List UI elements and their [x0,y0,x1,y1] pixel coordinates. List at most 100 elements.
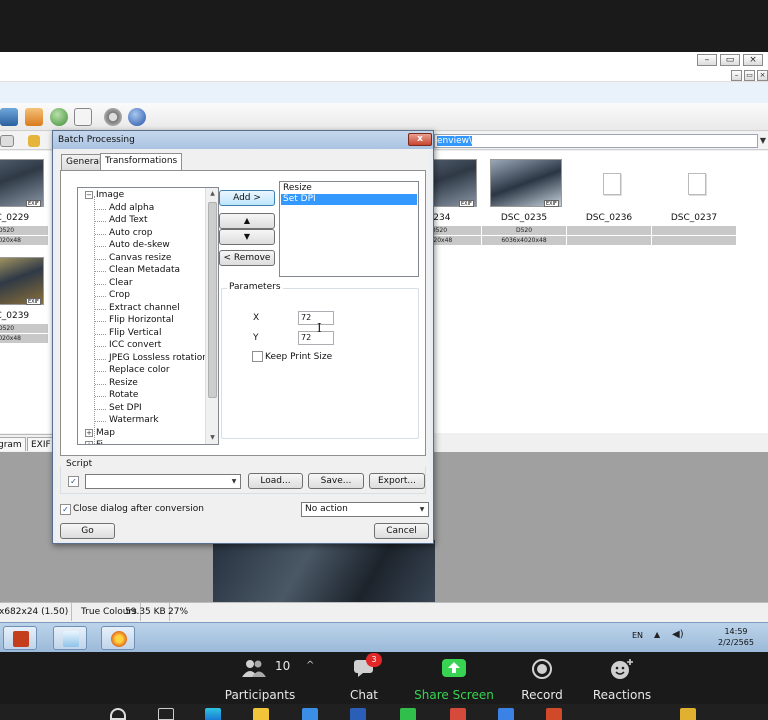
tree-item[interactable]: Set DPI [95,403,142,413]
exif-badge: EXIF [544,200,559,207]
collapse-icon[interactable]: − [85,190,93,199]
list-item-selected[interactable]: Set DPI [281,194,417,205]
taskbar-notepad[interactable] [53,626,87,650]
script-checkbox[interactable]: ✓ [68,476,79,487]
line-icon[interactable] [400,708,416,720]
office-icon[interactable] [546,708,562,720]
view-mode-icon[interactable] [0,135,14,147]
tab-histogram[interactable]: gram [0,437,26,451]
record-button[interactable]: Record [514,656,570,702]
transformations-tree[interactable]: − Image Add alpha Add Text Auto crop Auto… [77,187,219,445]
scroll-thumb[interactable] [208,202,217,398]
language-indicator[interactable]: EN [632,631,643,640]
tray-expand-icon[interactable]: ▲ [654,630,660,639]
tree-node-image[interactable]: − Image [85,190,124,200]
close-window-button[interactable]: × [743,54,763,66]
scroll-up-icon[interactable]: ▲ [206,188,218,200]
add-button[interactable]: Add > [219,190,275,206]
mdi-restore-button[interactable]: ▭ [744,70,755,81]
participants-options-icon[interactable]: ^ [306,660,314,671]
tree-item[interactable]: ICC convert [94,340,161,350]
dialog-titlebar[interactable]: Batch Processing x [53,131,433,149]
keep-print-size-checkbox[interactable] [252,351,263,362]
close-after-conversion-checkbox[interactable]: ✓ [60,504,71,515]
camera-icon[interactable] [0,108,18,126]
tree-item[interactable]: Add alpha [94,203,154,213]
status-dimensions: x682x24 (1.50) [0,603,73,621]
edge-icon[interactable] [205,708,221,720]
cancel-button[interactable]: Cancel [374,523,429,539]
grid-icon[interactable] [74,108,92,126]
move-up-button[interactable]: ▲ [219,213,275,229]
address-input[interactable]: enview\ [434,134,758,148]
reactions-button[interactable]: Reactions [590,656,654,702]
tree-item[interactable]: Auto crop [94,228,152,238]
tree-scrollbar[interactable]: ▲ ▼ [205,188,218,444]
app-toolbar [0,103,768,131]
image-icon[interactable] [25,108,43,126]
tree-item[interactable]: Clean Metadata [94,265,180,275]
reactions-icon [611,659,633,679]
tag-icon[interactable] [28,135,40,147]
tab-transformations[interactable]: Transformations [100,153,183,170]
search-icon[interactable] [110,708,126,720]
tree-item[interactable]: Add Text [95,215,148,225]
tab-exif[interactable]: EXIF [27,437,55,451]
store-icon[interactable] [302,708,318,720]
tree-item[interactable]: Extract channel [95,303,180,313]
volume-icon[interactable]: ◀) [672,629,684,640]
scroll-down-icon[interactable]: ▼ [206,432,218,444]
x-input[interactable]: 72 [298,311,334,325]
tree-item[interactable]: Flip Horizontal [95,315,174,325]
clock[interactable]: 14:59 2/2/2565 [718,626,754,648]
export-button[interactable]: Export... [369,473,425,489]
mdi-minimize-button[interactable]: – [731,70,742,81]
expand-icon[interactable]: + [85,440,93,444]
pinned-icon[interactable] [680,708,696,720]
tree-item[interactable]: Watermark [95,415,159,425]
app-menubar: – ▭ × [0,68,768,82]
tree-item[interactable]: Canvas resize [94,253,171,263]
xnview-icon [111,631,127,647]
action-select[interactable]: No action ▼ [301,502,429,517]
zoom-icon[interactable] [498,708,514,720]
tree-item[interactable]: Flip Vertical [94,328,161,338]
app-icon[interactable] [350,708,366,720]
explorer-icon[interactable] [253,708,269,720]
tree-item[interactable]: Resize [95,378,138,388]
taskbar-xnview[interactable] [101,626,135,650]
gear-icon[interactable] [104,108,122,126]
taskbar-powerpoint[interactable] [3,626,37,650]
tree-item[interactable]: Auto de-skew [95,240,170,250]
y-input[interactable]: 72 [298,331,334,345]
mdi-close-button[interactable]: × [757,70,768,81]
info-icon[interactable] [128,108,146,126]
y-label: Y [253,333,259,343]
save-button[interactable]: Save... [308,473,364,489]
tree-item[interactable]: JPEG Lossless rotation [95,353,208,363]
expand-icon[interactable]: + [85,428,93,437]
globe-icon[interactable] [50,108,68,126]
script-select[interactable]: ▼ [85,474,241,489]
record-label: Record [521,688,563,702]
task-view-icon[interactable] [158,708,174,720]
tree-item[interactable]: Crop [94,290,130,300]
list-item[interactable]: Resize [281,183,417,194]
tree-node-partial[interactable]: + Fi [85,440,103,444]
tree-item[interactable]: Rotate [94,390,138,400]
share-screen-button[interactable]: Share Screen [414,656,494,702]
tree-node-map[interactable]: + Map [85,428,115,438]
selected-transformations-list[interactable]: Resize Set DPI [279,181,419,277]
chrome-icon[interactable] [450,708,466,720]
move-down-button[interactable]: ▼ [219,229,275,245]
tree-item[interactable]: Replace color [95,365,170,375]
minimize-button[interactable]: – [697,54,717,66]
dialog-close-button[interactable]: x [408,133,432,146]
go-button[interactable]: Go [60,523,115,539]
chat-label: Chat [349,688,379,702]
tree-item[interactable]: Clear [95,278,133,288]
load-button[interactable]: Load... [248,473,303,489]
address-dropdown-icon[interactable]: ▼ [758,134,768,148]
remove-button[interactable]: < Remove [219,250,275,266]
restore-button[interactable]: ▭ [720,54,740,66]
